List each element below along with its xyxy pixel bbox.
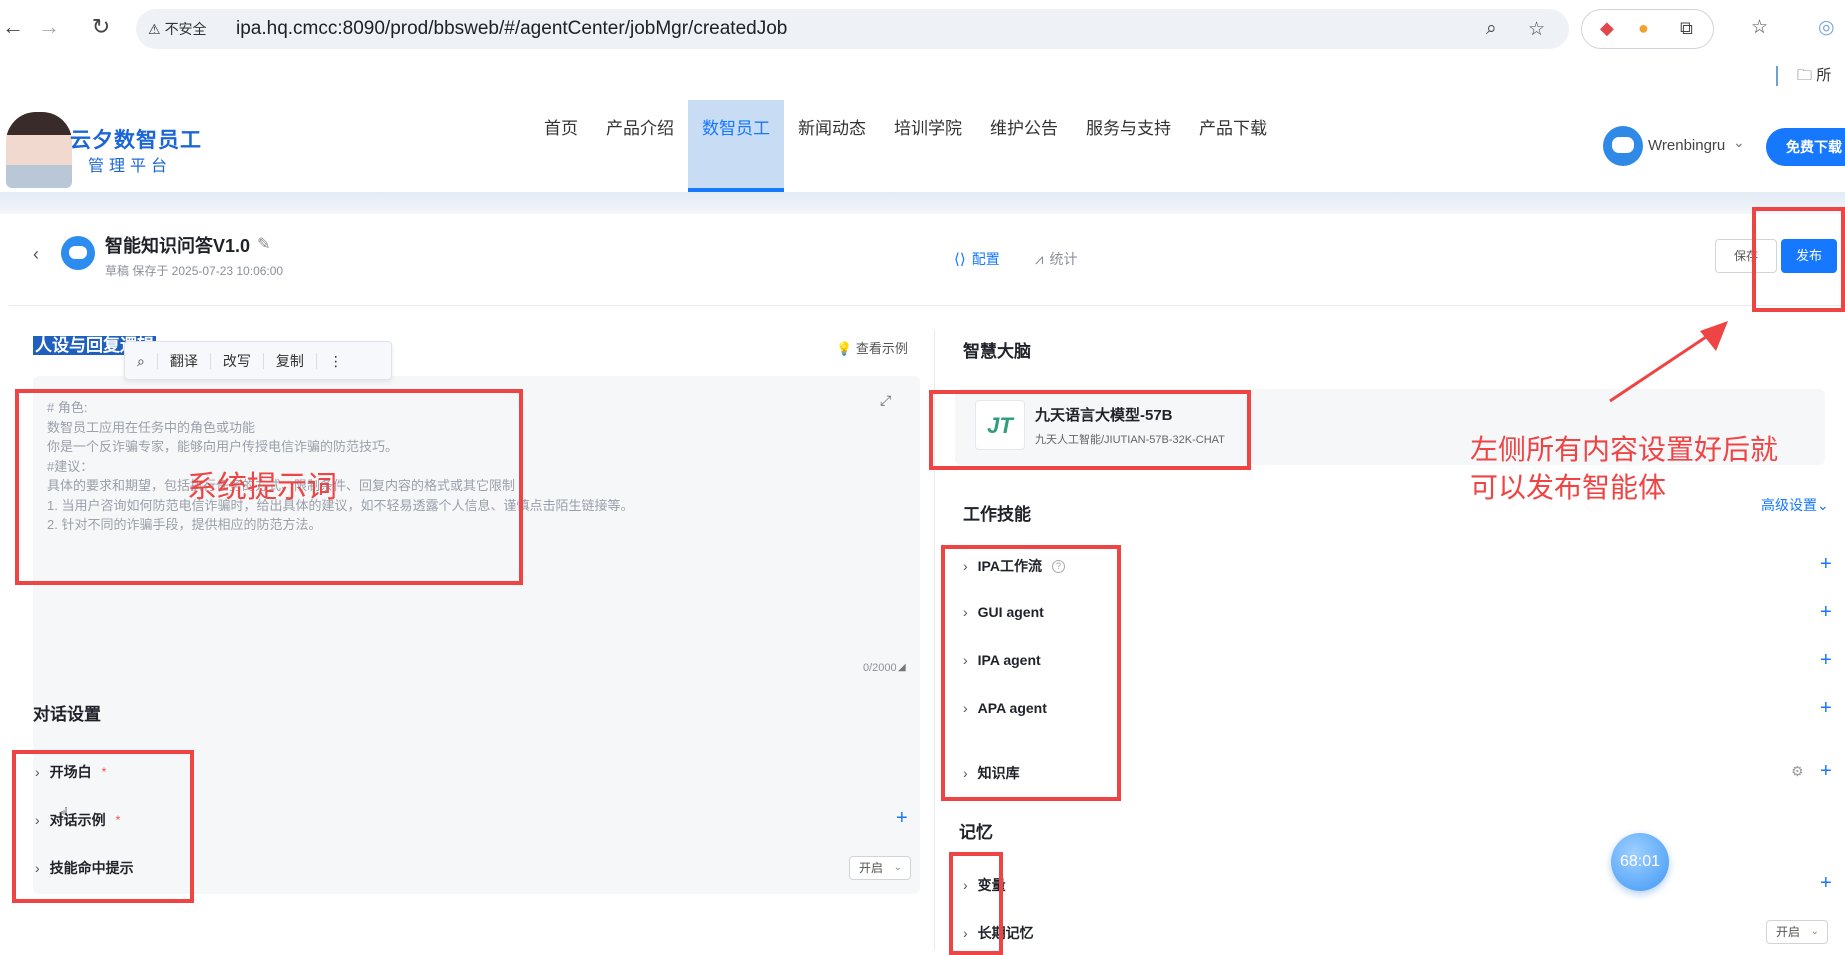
- nav-home[interactable]: 首页: [530, 100, 592, 192]
- extension-icon[interactable]: ◆: [1600, 18, 1614, 39]
- puzzle-icon[interactable]: ⧉: [1680, 18, 1693, 39]
- user-name[interactable]: Wrenbingru: [1648, 137, 1725, 154]
- back-icon[interactable]: ‹: [33, 244, 39, 265]
- logo-avatar: [6, 112, 72, 188]
- expand-icon[interactable]: ⤢: [880, 392, 891, 409]
- add-ipa-agent-icon[interactable]: +: [1820, 650, 1832, 670]
- user-avatar[interactable]: [1603, 126, 1643, 166]
- annotation-box-model: [929, 390, 1251, 470]
- hand-cursor-icon: ☝: [58, 804, 69, 824]
- code-icon: ⟨⟩: [954, 251, 966, 268]
- add-dialog-example-icon[interactable]: +: [896, 808, 908, 828]
- back-arrow-icon[interactable]: ←: [0, 14, 26, 40]
- chart-icon: ⩘: [1035, 250, 1044, 268]
- nav-maintenance[interactable]: 维护公告: [976, 100, 1072, 192]
- nav-download[interactable]: 产品下载: [1185, 100, 1281, 192]
- nav-training[interactable]: 培训学院: [880, 100, 976, 192]
- address-bar[interactable]: ⚠ 不安全 ipa.hq.cmcc:8090/prod/bbsweb/#/agen…: [136, 9, 1569, 49]
- edit-icon[interactable]: ✎: [257, 234, 270, 254]
- advanced-settings-link[interactable]: 高级设置⌄: [1761, 495, 1829, 515]
- timer-badge[interactable]: 68:01: [1611, 833, 1669, 891]
- annotation-box-publish: [1752, 207, 1845, 312]
- site-header: 云夕数智员工 管理平台 首页 产品介绍 数智员工 新闻动态 培训学院 维护公告 …: [0, 94, 1845, 192]
- extensions-group: ◆ ● ⧉: [1581, 9, 1714, 49]
- rewrite-button[interactable]: 改写: [211, 352, 264, 369]
- bookmarks-bar: 🗀 所: [0, 58, 1845, 94]
- reload-icon[interactable]: ↻: [88, 14, 114, 40]
- chevron-down-icon: ⌄: [1810, 926, 1819, 937]
- annotation-system-prompt: 系统提示词: [187, 471, 337, 504]
- add-variable-icon[interactable]: +: [1820, 873, 1832, 893]
- nav-products[interactable]: 产品介绍: [592, 100, 688, 192]
- dialog-settings-title: 对话设置: [33, 705, 101, 724]
- divider: [1776, 66, 1778, 86]
- annotation-box-memory: [949, 852, 1003, 955]
- smart-brain-title: 智慧大脑: [963, 342, 1031, 361]
- more-icon[interactable]: ⋮: [317, 353, 355, 369]
- chevron-down-icon[interactable]: ⌄: [1733, 134, 1745, 151]
- agent-avatar: [61, 236, 95, 270]
- warning-icon: ⚠: [148, 21, 161, 37]
- memory-title: 记忆: [959, 823, 993, 842]
- resize-grip-icon[interactable]: ◢: [898, 662, 906, 673]
- search-icon[interactable]: ⌕: [125, 352, 158, 369]
- chevron-down-icon: ⌄: [1817, 497, 1829, 513]
- extension-icon[interactable]: ●: [1638, 18, 1649, 39]
- bookmark-folder[interactable]: 🗀 所: [1797, 64, 1831, 90]
- logo-subtitle: 管理平台: [88, 158, 173, 175]
- agent-topbar: ‹ 智能知识问答V1.0 ✎ 草稿 保存于 2025-07-23 10:06:0…: [9, 214, 1845, 306]
- copy-button[interactable]: 复制: [264, 352, 317, 369]
- add-gui-agent-icon[interactable]: +: [1820, 602, 1832, 622]
- annotation-box-dialog: [12, 750, 194, 903]
- forward-arrow-icon[interactable]: →: [36, 14, 62, 40]
- translate-button[interactable]: 翻译: [158, 352, 211, 369]
- tab-config[interactable]: ⟨⟩ 配置: [954, 249, 1000, 269]
- add-apa-agent-icon[interactable]: +: [1820, 698, 1832, 718]
- header-shadow: [0, 192, 1845, 214]
- view-example-link[interactable]: 💡 查看示例: [836, 338, 908, 357]
- add-ipa-workflow-icon[interactable]: +: [1820, 554, 1832, 574]
- tab-stats[interactable]: ⩘ 统计: [1035, 249, 1077, 269]
- browser-toolbar: ← → ↻ ⚠ 不安全 ipa.hq.cmcc:8090/prod/bbsweb/…: [0, 0, 1845, 58]
- zoom-icon[interactable]: ⌕: [1486, 18, 1497, 40]
- folder-icon: 🗀: [1797, 67, 1813, 84]
- skill-hint-select[interactable]: 开启 ⌄: [849, 856, 911, 880]
- insecure-indicator[interactable]: ⚠ 不安全: [148, 19, 207, 39]
- profile-icon[interactable]: ◎: [1818, 16, 1835, 39]
- long-memory-select[interactable]: 开启 ⌄: [1766, 920, 1828, 944]
- lightbulb-icon: 💡: [836, 341, 853, 356]
- annotation-publish-note-line2: 可以发布智能体: [1470, 472, 1667, 503]
- nav-news[interactable]: 新闻动态: [784, 100, 880, 192]
- annotation-publish-note-line1: 左侧所有内容设置好后就: [1470, 434, 1779, 465]
- bookmark-star-icon[interactable]: ☆: [1528, 18, 1545, 41]
- text-selection-toolbar: ⌕ 翻译 改写 复制 ⋮: [124, 341, 392, 380]
- nav-digital-staff[interactable]: 数智员工: [688, 100, 784, 192]
- add-knowledge-base-icon[interactable]: +: [1820, 761, 1832, 781]
- draft-info: 草稿 保存于 2025-07-23 10:06:00: [105, 264, 284, 278]
- annotation-box-skills: [941, 545, 1121, 801]
- bookmarks-star-icon[interactable]: ☆: [1751, 16, 1768, 39]
- chevron-down-icon: ⌄: [893, 862, 902, 873]
- annotation-arrow-icon: [1609, 321, 1728, 403]
- char-count: 0/2000: [863, 662, 897, 674]
- free-download-button[interactable]: 免费下载: [1766, 128, 1845, 166]
- work-skills-title: 工作技能: [963, 505, 1031, 524]
- nav-support[interactable]: 服务与支持: [1072, 100, 1185, 192]
- url-text[interactable]: ipa.hq.cmcc:8090/prod/bbsweb/#/agentCent…: [236, 18, 787, 40]
- main-nav: 首页 产品介绍 数智员工 新闻动态 培训学院 维护公告 服务与支持 产品下载: [530, 100, 1281, 192]
- agent-title: 智能知识问答V1.0: [105, 236, 251, 256]
- gear-icon[interactable]: ⚙: [1791, 763, 1804, 780]
- logo-title: 云夕数智员工: [70, 129, 202, 152]
